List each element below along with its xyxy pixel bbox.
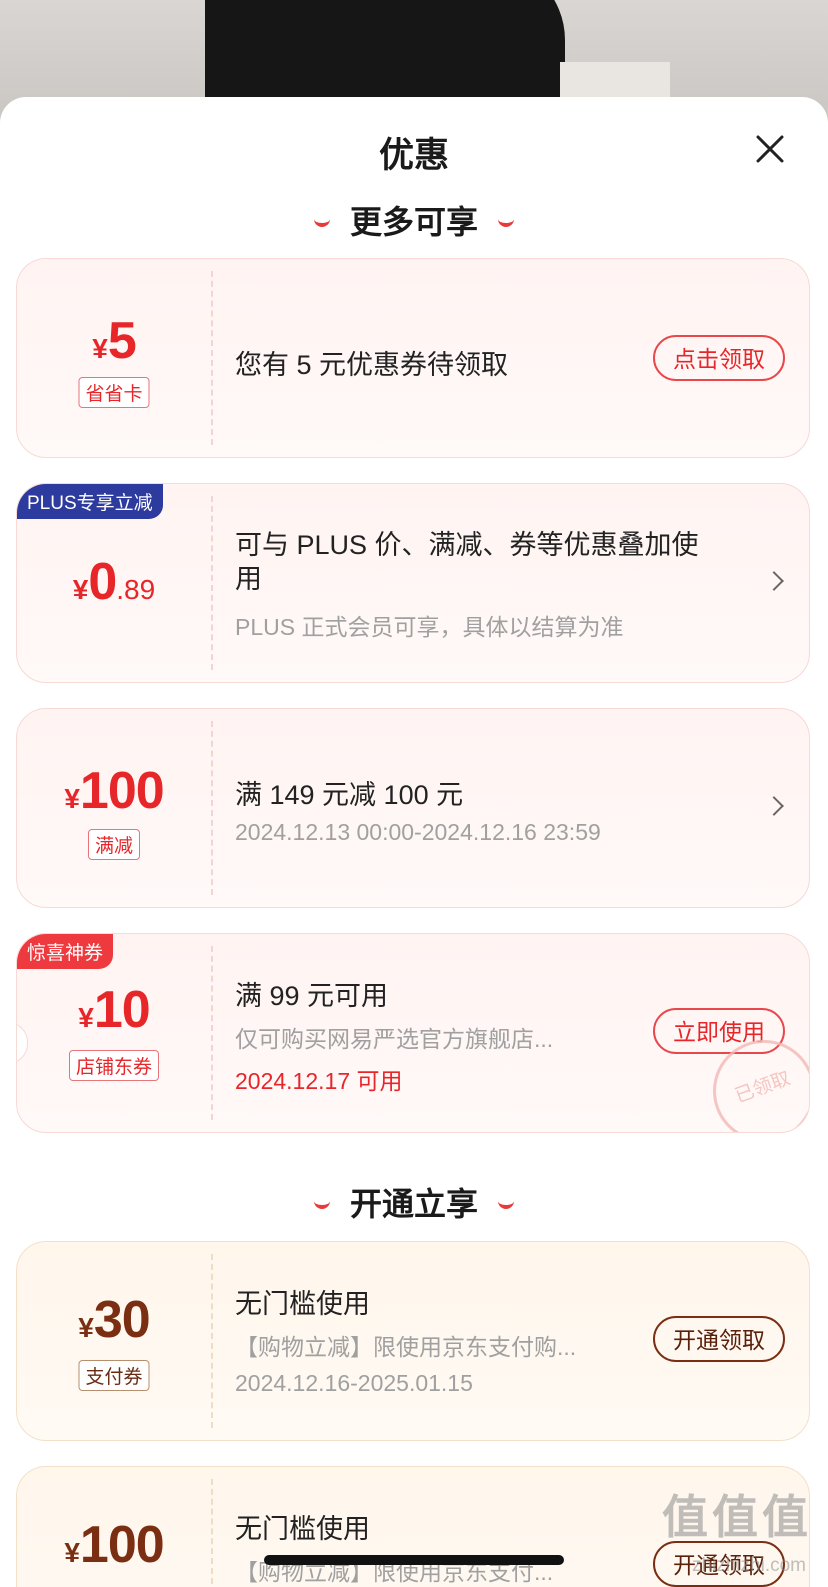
section-title-text: 更多可享 xyxy=(349,204,478,240)
close-icon[interactable] xyxy=(752,131,788,167)
coupon-amount: ¥10 xyxy=(17,980,211,1040)
coupon-main-text: 满 149 元减 100 元 xyxy=(235,780,464,810)
claim-button[interactable]: 点击领取 xyxy=(653,335,785,381)
smile-icon xyxy=(498,1197,514,1209)
coupon-tag: 店铺东券 xyxy=(68,1050,160,1081)
amount-value: 100 xyxy=(79,762,165,820)
coupon-tag: 满减 xyxy=(87,829,141,860)
coupon-main-text: 您有 5 元优惠券待领取 xyxy=(235,350,509,380)
amount-value: 100 xyxy=(79,1516,165,1574)
card-divider xyxy=(211,271,213,445)
coupon-tag: 支付券 xyxy=(78,1360,150,1391)
coupon-date-range: 2024.12.13 00:00-2024.12.16 23:59 xyxy=(235,819,601,845)
chevron-right-icon[interactable] xyxy=(764,571,784,591)
amount-value: 5 xyxy=(107,312,137,370)
chevron-right-icon[interactable] xyxy=(764,796,784,816)
coupon-tag: 省省卡 xyxy=(78,377,150,408)
coupon-amount: ¥0.89 xyxy=(17,552,211,612)
watermark-logo: 值值值 xyxy=(662,1491,812,1543)
coupon-main-text: 无门槛使用 xyxy=(235,1289,370,1319)
card-divider xyxy=(211,946,213,1120)
currency-symbol: ¥ xyxy=(78,1312,94,1343)
card-divider xyxy=(211,1479,213,1587)
sheet-title: 优惠 xyxy=(378,136,449,175)
currency-symbol: ¥ xyxy=(64,783,80,814)
coupon-main-text: 无门槛使用 xyxy=(235,1514,370,1544)
section-title-text: 开通立享 xyxy=(349,1186,478,1222)
card-divider xyxy=(211,496,213,670)
home-indicator[interactable] xyxy=(264,1555,564,1565)
amount-decimal: .89 xyxy=(116,574,156,605)
coupon-main-text: 满 99 元可用 xyxy=(235,981,389,1011)
surprise-badge: 惊喜神券 xyxy=(17,934,114,969)
coupon-card-payment[interactable]: ¥30 支付券 无门槛使用 【购物立减】限使用京东支付购... 2024.12.… xyxy=(16,1241,810,1441)
currency-symbol: ¥ xyxy=(92,333,108,364)
smile-icon xyxy=(313,215,330,227)
coupon-date-range: 2024.12.16-2025.01.15 xyxy=(235,1370,473,1396)
currency-symbol: ¥ xyxy=(64,1537,80,1568)
coupon-main-text: 可与 PLUS 价、满减、券等优惠叠加使用 xyxy=(235,530,699,594)
coupon-card-shop[interactable]: 惊喜神券 ¥10 店铺东券 满 99 元可用 仅可购买网易严选官方旗舰店... … xyxy=(16,933,810,1133)
smile-icon xyxy=(313,1197,330,1209)
amount-value: 30 xyxy=(93,1291,151,1349)
amount-value: 0 xyxy=(88,553,117,611)
coupon-card-plus[interactable]: PLUS专享立减 ¥0.89 可与 PLUS 价、满减、券等优惠叠加使用 PLU… xyxy=(16,483,810,683)
coupon-sub-text: 仅可购买网易严选官方旗舰店... xyxy=(235,1026,554,1052)
section-title-more: 更多可享 xyxy=(0,197,828,243)
coupon-valid-date: 2024.12.17 可用 xyxy=(235,1068,403,1094)
coupon-amount: ¥5 xyxy=(17,311,211,371)
coupon-amount: ¥30 xyxy=(17,1290,211,1350)
currency-symbol: ¥ xyxy=(78,1002,94,1033)
coupon-card-full-reduction[interactable]: ¥100 满减 满 149 元减 100 元 2024.12.13 00:00-… xyxy=(16,708,810,908)
coupon-amount: ¥100 xyxy=(17,1515,211,1575)
card-divider xyxy=(211,1254,213,1428)
discount-sheet: 优惠 更多可享 ¥5 省省卡 您有 5 元优惠券待领取 点击领取 PLUS专享立… xyxy=(0,97,828,1587)
plus-badge: PLUS专享立减 xyxy=(17,484,163,519)
coupon-sub-text: 【购物立减】限使用京东支付购... xyxy=(235,1334,577,1360)
smile-icon xyxy=(498,215,514,227)
currency-symbol: ¥ xyxy=(72,574,89,605)
open-claim-button[interactable]: 开通领取 xyxy=(653,1316,785,1362)
section-title-open: 开通立享 xyxy=(0,1179,828,1225)
amount-value: 10 xyxy=(93,981,151,1039)
watermark-url: zhizhizhi.com xyxy=(691,1555,806,1576)
coupon-sub-text: PLUS 正式会员可享，具体以结算为准 xyxy=(235,614,624,640)
coupon-card-saving[interactable]: ¥5 省省卡 您有 5 元优惠券待领取 点击领取 xyxy=(16,258,810,458)
coupon-amount: ¥100 xyxy=(17,761,211,821)
card-divider xyxy=(211,721,213,895)
